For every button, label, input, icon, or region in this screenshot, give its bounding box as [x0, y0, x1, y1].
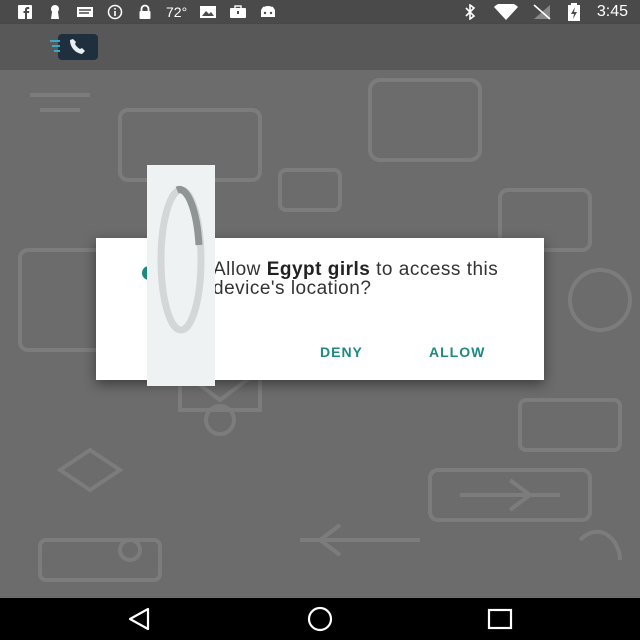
- keyhole-icon: [46, 3, 64, 21]
- permission-message: Allow Egypt girls to access this device'…: [213, 260, 513, 298]
- clock: 3:45: [596, 3, 628, 20]
- allow-button[interactable]: ALLOW: [429, 344, 485, 360]
- temperature-text: 72°: [166, 4, 188, 20]
- message-icon: [76, 3, 94, 21]
- status-icons-left: 72°: [16, 0, 277, 24]
- bluetooth-icon: [461, 3, 479, 21]
- loading-spinner-icon: [157, 186, 205, 334]
- recents-icon[interactable]: [486, 606, 514, 632]
- signal-icon: [533, 3, 551, 21]
- navigation-bar: [0, 598, 640, 640]
- deny-button[interactable]: DENY: [320, 344, 363, 360]
- app-toolbar: [0, 24, 640, 70]
- home-icon[interactable]: [306, 606, 334, 632]
- bag-icon: [229, 3, 247, 21]
- android-icon: [259, 3, 277, 21]
- loading-overlay: [147, 165, 215, 386]
- app-name: Egypt girls: [266, 259, 371, 280]
- status-bar: 72° 3:45: [0, 0, 640, 24]
- message-prefix: Allow: [213, 259, 267, 280]
- photo-icon: [199, 3, 217, 21]
- lock-icon: [136, 3, 154, 21]
- status-icons-right: 3:45: [461, 0, 628, 24]
- facebook-icon: [16, 3, 34, 21]
- battery-icon: [565, 3, 583, 21]
- phone-app-icon[interactable]: [50, 32, 98, 62]
- info-icon: [106, 3, 124, 21]
- wifi-icon: [493, 3, 519, 21]
- back-icon[interactable]: [126, 606, 154, 632]
